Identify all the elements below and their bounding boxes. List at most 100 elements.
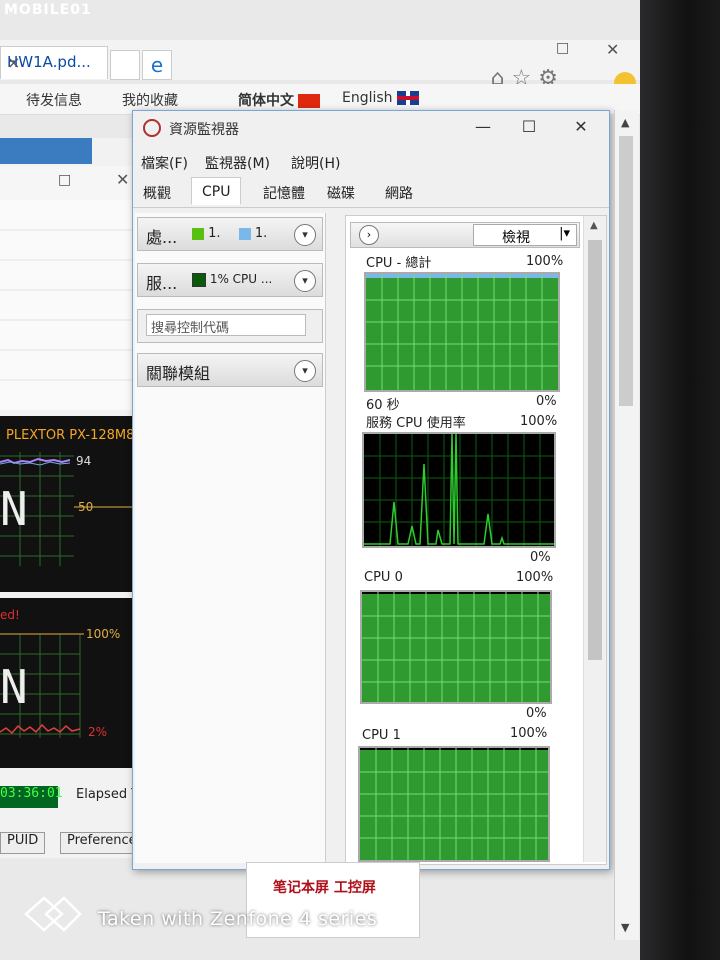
cpu-big-glyph: N [0,660,28,714]
section-processes[interactable]: 處... 1. 1. ▾ [137,217,323,251]
section-services[interactable]: 服... 1% CPU ... ▾ [137,263,323,297]
graph-cpu-total [364,272,560,392]
menu-help[interactable]: 說明(H) [291,153,340,173]
graph-service-cpu-svg [364,434,554,546]
scroll-up-icon[interactable]: ▲ [590,220,598,231]
tab-network[interactable]: 網路 [385,183,413,203]
graph-service-min: 0% [530,550,551,565]
services-value: 1% CPU ... [209,272,273,286]
chevron-down-icon[interactable]: ▾ [294,224,316,246]
graphs-toolbar: › 檢視 |▾ [350,222,580,248]
graph-cpu0-min: 0% [526,706,547,721]
close-icon[interactable]: × [7,53,101,72]
scroll-thumb[interactable] [588,240,602,660]
browser-scrollbar[interactable]: ▲ ▼ [614,110,639,940]
cpu-pct-low: 2% [88,725,108,739]
new-tab-icon[interactable] [110,50,140,80]
tab-cpu[interactable]: CPU [191,177,242,205]
maximize-icon[interactable]: ☐ [509,117,549,136]
camera-watermark: Taken with Zenfone 4 series [98,908,378,930]
chevron-down-icon[interactable]: ▾ [294,270,316,292]
graph-cpu0-svg [362,592,550,702]
cn-flag-icon [298,94,320,108]
lang-en[interactable]: English [342,90,419,106]
graph-cpu1-max: 100% [510,726,548,741]
section-modules-label: 關聯模組 [146,364,211,383]
graphs-scrollbar[interactable]: ▲ [583,216,606,862]
graph-cpu1 [358,746,550,862]
section-processes-label: 處... [146,228,178,247]
graph-service-label: 服務 CPU 使用率 [366,416,466,431]
ie-icon[interactable]: e [142,50,172,80]
processes-v1: 1. [208,226,221,241]
rm-title: 資源監視器 [169,122,239,138]
monitor-bezel [640,0,720,960]
search-handles-placeholder: 搜尋控制代碼 [151,321,230,336]
search-handles-input[interactable]: 搜尋控制代碼 [146,314,306,336]
chevron-down-icon[interactable]: ▾ [294,360,316,382]
view-dropdown[interactable]: 檢視 |▾ [473,224,577,246]
cpu-pct-high: 100% [86,627,121,641]
section-modules[interactable]: 關聯模組 ▾ [137,353,323,387]
lang-cn[interactable]: 简体中文 [238,90,320,110]
scroll-up-icon[interactable]: ▲ [621,116,629,129]
green-square-icon [192,227,204,240]
warning-text: ed! [0,608,20,622]
drive-big-glyph: N [0,482,28,536]
restore-icon[interactable]: □ [556,40,569,56]
resource-monitor-window: 資源監視器 — ☐ ✕ 檔案(F) 監視器(M) 說明(H) 概觀 CPU 記憶… [132,110,610,870]
elapsed-timer: 03:36:01 [0,786,63,808]
graph-cpu1-svg [360,748,548,860]
photographed-screen: HW1A.pd... × e □ ✕ ⌂ ☆ ⚙ 待发信息 我的收藏 简体中文 … [0,0,648,960]
zenfone-logo-icon [24,896,82,932]
tab-memory[interactable]: 記憶體 [263,183,305,203]
resource-monitor-icon [143,119,161,137]
drive-reading: 94 [76,454,92,468]
graph-cpu-total-svg [366,274,558,390]
menu-file[interactable]: 檔案(F) [141,153,188,173]
blue-square-icon [238,227,251,240]
minimize-icon[interactable]: — [463,117,503,136]
browser-scroll-thumb[interactable] [619,136,633,406]
close-window-icon[interactable]: ✕ [606,40,619,59]
graph-service-cpu [362,432,556,548]
drive-mid-value: 50 [78,500,94,514]
rm-graphs-pane: › 檢視 |▾ ▲ CPU - 總計 100% 60 秒 0% 服務 CPU 使… [345,215,607,865]
chevron-right-icon[interactable]: › [359,225,379,245]
lang-cn-label: 简体中文 [238,93,294,109]
bg-restore-icon[interactable]: □ [58,172,71,188]
view-label: 檢視 [502,230,530,246]
graph-cpu1-label: CPU 1 [362,728,401,743]
top-watermark: MOBILE01 [4,2,92,18]
nav-favorites[interactable]: 我的收藏 [122,90,178,110]
tab-disk[interactable]: 磁碟 [327,183,355,203]
rm-menubar: 檔案(F) 監視器(M) 說明(H) [133,151,609,173]
uk-flag-icon [396,91,419,105]
close-icon[interactable]: ✕ [561,117,601,136]
graph-total-min: 0% [536,394,557,409]
rm-sections-pane: 處... 1. 1. ▾ 服... 1% CPU ... ▾ 搜尋控制代碼 關聯… [135,213,326,863]
mini-graph-icon [192,272,206,287]
processes-stats: 1. 1. [192,226,267,241]
ad-text: 笔记本屏 工控屏 [273,880,376,896]
scroll-down-icon[interactable]: ▼ [621,921,629,934]
browser-tab-active[interactable]: HW1A.pd... × [0,46,108,79]
graph-service-max: 100% [520,414,558,429]
bg-list-lines [0,229,134,381]
dropdown-arrow-icon: |▾ [559,226,570,241]
cpuid-button[interactable]: PUID [0,832,46,854]
services-stats: 1% CPU ... [192,272,272,287]
graph-time-window: 60 秒 [366,398,400,413]
drive-name: PLEXTOR PX-128M8P [6,428,143,443]
graph-total-max: 100% [526,254,564,269]
graph-cpu0-label: CPU 0 [364,570,403,585]
nav-messages[interactable]: 待发信息 [26,90,82,110]
menu-monitor[interactable]: 監視器(M) [205,153,270,173]
graph-cpu0 [360,590,552,704]
section-services-label: 服... [146,274,178,293]
tab-overview[interactable]: 概觀 [143,183,171,203]
bg-close-icon[interactable]: ✕ [116,170,129,189]
background-blue-tab[interactable] [0,138,92,164]
graph-total-label: CPU - 總計 [366,256,432,271]
graph-cpu0-max: 100% [516,570,554,585]
